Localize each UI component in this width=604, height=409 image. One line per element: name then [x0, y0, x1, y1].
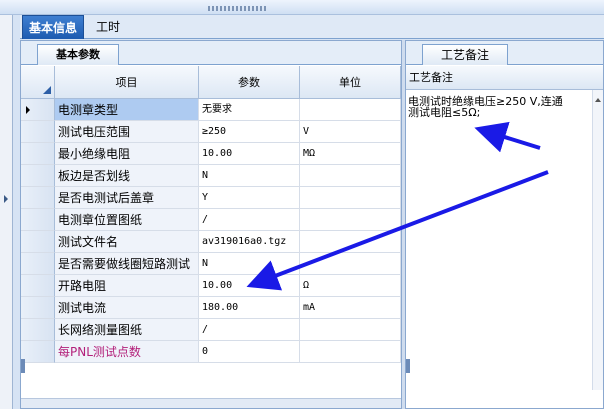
table-row[interactable]: 是否需要做线圈短路测试 N: [21, 253, 401, 275]
top-splitter-bar[interactable]: [0, 0, 604, 15]
params-subtab-bar: 基本参数: [21, 41, 401, 65]
row-header[interactable]: [21, 297, 55, 319]
unit-cell[interactable]: [300, 99, 401, 121]
corner-triangle-icon: [43, 86, 51, 94]
table-row[interactable]: 电测章位置图纸 /: [21, 209, 401, 231]
unit-cell[interactable]: Ω: [300, 275, 401, 297]
table-row[interactable]: 测试文件名 av319016a0.tgz: [21, 231, 401, 253]
column-header-value[interactable]: 参数: [199, 66, 300, 99]
item-cell[interactable]: 长网络测量图纸: [55, 319, 199, 341]
table-row[interactable]: 测试电流 180.00 mA: [21, 297, 401, 319]
item-cell[interactable]: 是否需要做线圈短路测试: [55, 253, 199, 275]
item-cell[interactable]: 开路电阻: [55, 275, 199, 297]
grid-corner[interactable]: [21, 66, 55, 99]
tab-basic-info[interactable]: 基本信息: [22, 15, 85, 39]
top-tab-bar: 基本信息 工时: [20, 15, 604, 39]
item-cell[interactable]: 电测章类型: [55, 99, 199, 121]
item-cell[interactable]: 每PNL测试点数: [55, 341, 199, 363]
table-row[interactable]: 开路电阻 10.00 Ω: [21, 275, 401, 297]
item-cell[interactable]: 最小绝缘电阻: [55, 143, 199, 165]
row-header[interactable]: [21, 275, 55, 297]
basic-params-panel: 基本参数 项目 参数 单位 电测章类型 无要求 测试电压范围 ≥250 V 最小绝缘电阻 1…: [20, 40, 402, 409]
unit-cell[interactable]: [300, 231, 401, 253]
unit-cell[interactable]: [300, 165, 401, 187]
value-cell[interactable]: N: [199, 165, 300, 187]
row-header[interactable]: [21, 341, 55, 363]
notes-scrollbar[interactable]: [592, 90, 603, 390]
value-cell[interactable]: av319016a0.tgz: [199, 231, 300, 253]
item-cell[interactable]: 测试电压范围: [55, 121, 199, 143]
item-cell[interactable]: 是否电测试后盖章: [55, 187, 199, 209]
grid-horizontal-scrollbar[interactable]: [21, 398, 401, 408]
item-cell[interactable]: 电测章位置图纸: [55, 209, 199, 231]
row-header[interactable]: [21, 231, 55, 253]
notes-textarea[interactable]: 电测试时绝缘电压≥250 V,连通 测试电阻≤5Ω;: [406, 90, 592, 390]
table-row[interactable]: 最小绝缘电阻 10.00 MΩ: [21, 143, 401, 165]
table-row[interactable]: 长网络测量图纸 /: [21, 319, 401, 341]
unit-cell[interactable]: [300, 209, 401, 231]
left-scroll-handle[interactable]: [21, 359, 25, 373]
table-row[interactable]: 测试电压范围 ≥250 V: [21, 121, 401, 143]
value-cell[interactable]: 180.00: [199, 297, 300, 319]
notes-column-header: 工艺备注: [406, 66, 603, 90]
row-header[interactable]: [21, 253, 55, 275]
table-row[interactable]: 板边是否划线 N: [21, 165, 401, 187]
value-cell[interactable]: 无要求: [199, 99, 300, 121]
value-cell[interactable]: N: [199, 253, 300, 275]
splitter-grip-icon[interactable]: [208, 6, 268, 11]
row-header[interactable]: [21, 165, 55, 187]
row-header[interactable]: [21, 187, 55, 209]
value-cell[interactable]: ≥250: [199, 121, 300, 143]
unit-cell[interactable]: mA: [300, 297, 401, 319]
row-header[interactable]: [21, 143, 55, 165]
value-cell[interactable]: /: [199, 319, 300, 341]
notes-line-2: 测试电阻≤5Ω;: [408, 106, 481, 119]
tab-basic-params[interactable]: 基本参数: [37, 44, 119, 65]
value-cell[interactable]: 10.00: [199, 275, 300, 297]
notes-subtab-bar: 工艺备注: [406, 41, 603, 65]
item-cell[interactable]: 板边是否划线: [55, 165, 199, 187]
column-header-item[interactable]: 项目: [55, 66, 199, 99]
tab-process-notes[interactable]: 工艺备注: [422, 44, 508, 65]
right-scroll-handle[interactable]: [406, 359, 410, 373]
row-header[interactable]: [21, 99, 55, 121]
unit-cell[interactable]: [300, 253, 401, 275]
unit-cell[interactable]: [300, 341, 401, 363]
value-cell[interactable]: Y: [199, 187, 300, 209]
scroll-up-icon[interactable]: [595, 98, 601, 102]
tab-work-hours[interactable]: 工时: [90, 15, 126, 39]
unit-cell[interactable]: MΩ: [300, 143, 401, 165]
value-cell[interactable]: /: [199, 209, 300, 231]
table-row[interactable]: 电测章类型 无要求: [21, 99, 401, 121]
current-row-arrow-icon: [26, 106, 30, 114]
expand-arrow-icon[interactable]: [4, 195, 8, 203]
process-notes-panel: 工艺备注 工艺备注 电测试时绝缘电压≥250 V,连通 测试电阻≤5Ω;: [405, 40, 604, 409]
unit-cell[interactable]: [300, 187, 401, 209]
table-row[interactable]: 每PNL测试点数 0: [21, 341, 401, 363]
value-cell[interactable]: 10.00: [199, 143, 300, 165]
row-header[interactable]: [21, 319, 55, 341]
row-header[interactable]: [21, 209, 55, 231]
left-collapsed-pane[interactable]: [0, 15, 13, 409]
unit-cell[interactable]: V: [300, 121, 401, 143]
item-cell[interactable]: 测试电流: [55, 297, 199, 319]
column-header-unit[interactable]: 单位: [300, 66, 401, 99]
value-cell[interactable]: 0: [199, 341, 300, 363]
unit-cell[interactable]: [300, 319, 401, 341]
row-header[interactable]: [21, 121, 55, 143]
item-cell[interactable]: 测试文件名: [55, 231, 199, 253]
table-row[interactable]: 是否电测试后盖章 Y: [21, 187, 401, 209]
